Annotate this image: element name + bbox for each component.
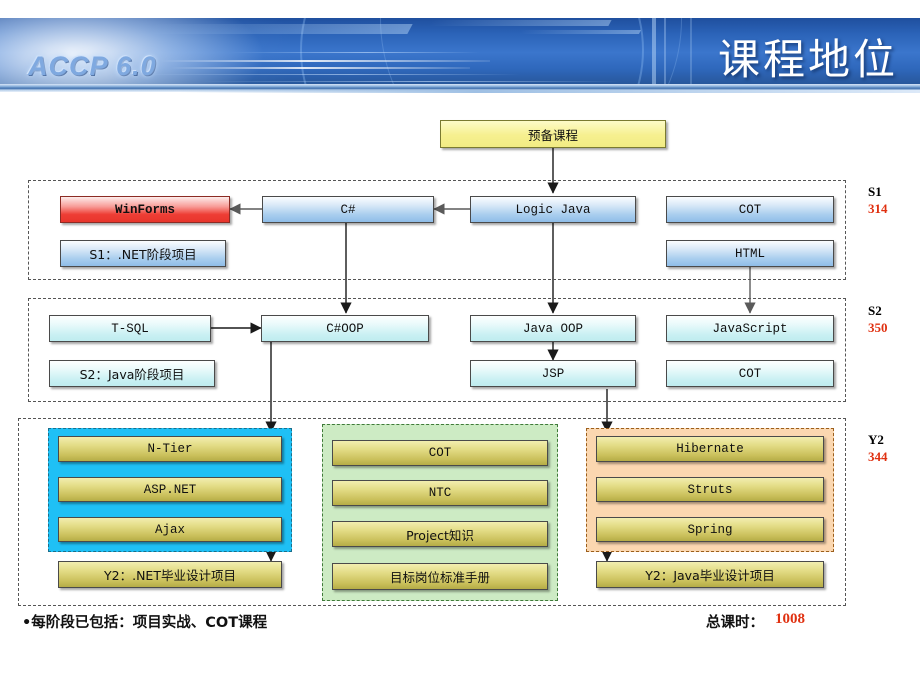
node-winforms[interactable]: WinForms: [60, 196, 230, 223]
node-ntc[interactable]: NTC: [332, 480, 548, 506]
node-y2-net-project[interactable]: Y2：.NET毕业设计项目: [58, 561, 282, 588]
node-asp-net[interactable]: ASP.NET: [58, 477, 282, 502]
node-csharp[interactable]: C#: [262, 196, 434, 223]
node-project-knowledge[interactable]: Project知识: [332, 521, 548, 547]
node-hibernate[interactable]: Hibernate: [596, 436, 824, 462]
node-tsql[interactable]: T-SQL: [49, 315, 211, 342]
node-ajax[interactable]: Ajax: [58, 517, 282, 542]
stage-hours-s2: 350: [868, 320, 888, 335]
footer-total-value: 1008: [775, 611, 805, 627]
stage-label-y2: Y2: [868, 432, 884, 447]
node-csharp-oop[interactable]: C#OOP: [261, 315, 429, 342]
node-cot-y2[interactable]: COT: [332, 440, 548, 466]
node-javascript[interactable]: JavaScript: [666, 315, 834, 342]
node-target-position-manual[interactable]: 目标岗位标准手册: [332, 563, 548, 590]
node-cot-s1[interactable]: COT: [666, 196, 834, 223]
node-spring[interactable]: Spring: [596, 517, 824, 542]
node-struts[interactable]: Struts: [596, 477, 824, 502]
footer-total-label: 总课时：: [706, 615, 764, 631]
node-jsp[interactable]: JSP: [470, 360, 636, 387]
stage-hours-y2: 344: [868, 449, 888, 464]
footer-note: •每阶段已包括：项目实战、COT课程: [22, 615, 268, 631]
node-html[interactable]: HTML: [666, 240, 834, 267]
stage-label-s1: S1: [868, 184, 882, 199]
node-java-oop[interactable]: Java OOP: [470, 315, 636, 342]
node-y2-java-project[interactable]: Y2：Java毕业设计项目: [596, 561, 824, 588]
node-prep-course[interactable]: 预备课程: [440, 120, 666, 148]
node-n-tier[interactable]: N-Tier: [58, 436, 282, 462]
node-s1-net-project[interactable]: S1：.NET阶段项目: [60, 240, 226, 267]
node-logic-java[interactable]: Logic Java: [470, 196, 636, 223]
node-s2-java-project[interactable]: S2：Java阶段项目: [49, 360, 215, 387]
stage-label-s2: S2: [868, 303, 882, 318]
stage-hours-s1: 314: [868, 201, 888, 216]
course-position-diagram: 预备课程 S1 314 WinForms C# Logic Java COT S…: [0, 0, 920, 690]
node-cot-s2[interactable]: COT: [666, 360, 834, 387]
